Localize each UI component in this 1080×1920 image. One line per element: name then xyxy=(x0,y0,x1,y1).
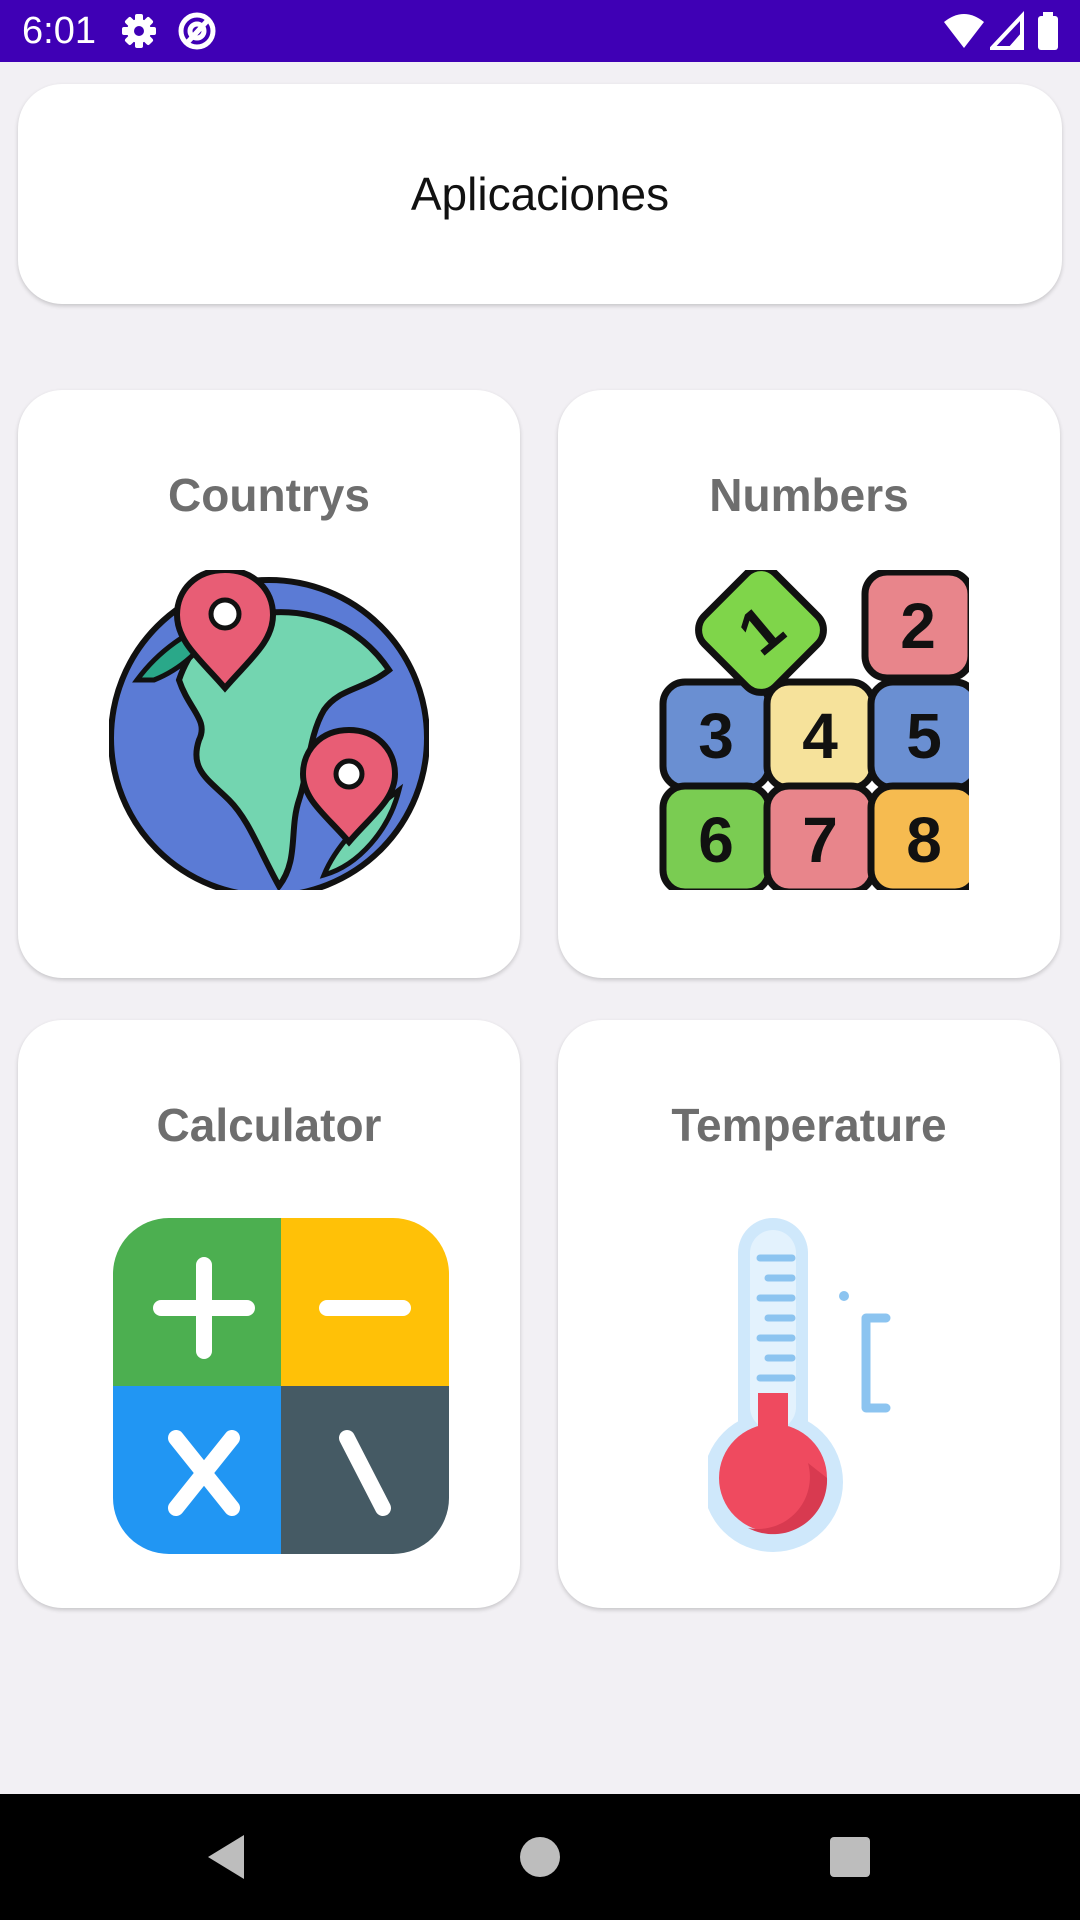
svg-text:5: 5 xyxy=(906,700,942,772)
svg-text:4: 4 xyxy=(802,700,838,772)
app-label: Numbers xyxy=(709,469,909,521)
thermometer-icon xyxy=(708,1218,891,1552)
page-title: Aplicaciones xyxy=(410,168,670,220)
status-time: 6:01 xyxy=(22,10,96,52)
navigation-bar xyxy=(0,1794,1080,1920)
svg-text:7: 7 xyxy=(802,804,838,876)
svg-text:6: 6 xyxy=(698,804,734,876)
app-card-numbers[interactable]: Numbers 2 3 4 5 6 7 8 1 xyxy=(558,390,1060,978)
header-card: Aplicaciones xyxy=(18,84,1062,304)
wifi-icon xyxy=(944,14,984,48)
back-icon[interactable] xyxy=(200,1827,260,1887)
battery-icon xyxy=(1038,12,1058,50)
app-card-countrys[interactable]: Countrys xyxy=(18,390,520,978)
app-label: Calculator xyxy=(156,1099,382,1151)
globe-map-pin-icon xyxy=(109,570,429,890)
svg-text:2: 2 xyxy=(900,590,936,662)
at-sign-icon xyxy=(178,12,216,50)
svg-text:3: 3 xyxy=(698,700,734,772)
svg-text:8: 8 xyxy=(906,804,942,876)
recents-icon[interactable] xyxy=(820,1827,880,1887)
signal-icon xyxy=(990,10,1024,50)
home-icon[interactable] xyxy=(510,1827,570,1887)
app-card-calculator[interactable]: Calculator xyxy=(18,1020,520,1608)
gear-icon xyxy=(122,14,156,48)
app-label: Temperature xyxy=(671,1099,947,1151)
calculator-icon xyxy=(113,1218,449,1554)
app-card-temperature[interactable]: Temperature xyxy=(558,1020,1060,1608)
status-bar: 6:01 xyxy=(0,0,1080,62)
app-label: Countrys xyxy=(168,469,370,521)
number-blocks-icon: 2 3 4 5 6 7 8 1 xyxy=(659,570,969,890)
